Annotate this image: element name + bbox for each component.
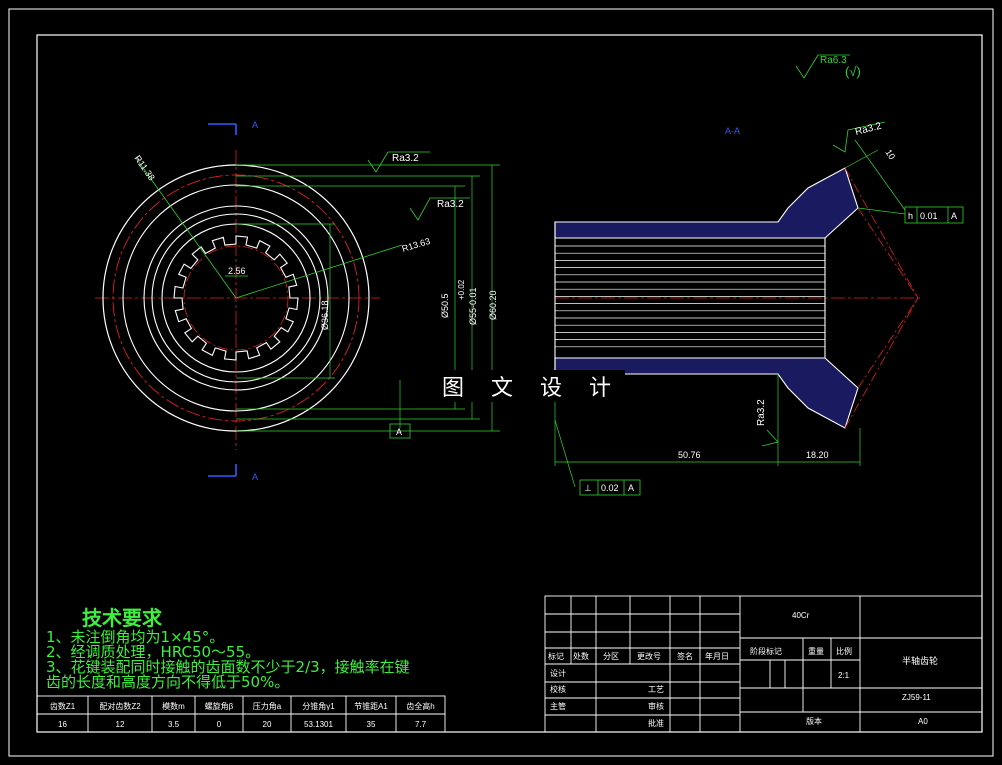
dim-key-width: 2.56	[228, 266, 246, 276]
tb-chief: 主管	[550, 701, 566, 711]
tb-design: 设计	[550, 668, 566, 678]
tb-rev-zone: 分区	[603, 652, 619, 661]
tb-rev-count: 处数	[573, 651, 589, 661]
runout-symbol: h	[908, 211, 913, 221]
tb-scale: 2:1	[838, 671, 850, 680]
param-value: 35	[367, 720, 376, 729]
tb-sheet: A0	[918, 717, 928, 726]
dim-radius-a: R13.63	[401, 236, 432, 254]
roughness-2: Ra3.2	[437, 199, 464, 210]
watermark: 图 文 设 计	[438, 370, 625, 402]
dim-radius-b: R11.38	[132, 153, 156, 182]
dim-spline: Ø36.18	[320, 300, 330, 330]
dim-mid: Ø55-0.01	[468, 287, 478, 325]
runout-value: 0.01	[920, 211, 938, 221]
tb-material: 40Cr	[792, 611, 810, 620]
tb-drawing-no: ZJ59-11	[902, 693, 931, 702]
tb-rev-date: 年月日	[705, 651, 729, 661]
roughness-global-note: (√)	[845, 64, 861, 79]
tb-rev-mark: 标记	[548, 651, 564, 661]
param-header: 配对齿数Z2	[99, 701, 141, 711]
tb-version-label: 版本	[806, 716, 822, 726]
tb-rev-sign: 签名	[677, 651, 693, 661]
section-view	[554, 139, 964, 496]
param-header: 分锥角γ1	[302, 701, 335, 711]
section-marker-bottom	[208, 464, 237, 477]
tb-rev-no: 更改号	[637, 651, 661, 661]
param-value: 0	[217, 720, 222, 729]
tb-review: 审核	[648, 701, 664, 711]
tb-check: 校核	[550, 684, 566, 694]
param-value: 20	[263, 720, 272, 729]
section-label-bottom: A	[252, 472, 258, 482]
roughness-global: Ra6.3	[820, 55, 847, 66]
dim-length-cone: 18.20	[806, 450, 829, 460]
param-header: 压力角a	[253, 701, 282, 711]
dim-mid-tol: +0.02	[457, 279, 466, 300]
section-marker-top	[208, 123, 237, 135]
section-title: A-A	[725, 126, 740, 136]
dim-chamfer: 10	[883, 148, 897, 162]
roughness-4: Ra3.2	[756, 399, 767, 426]
tb-scale-label: 比例	[836, 646, 852, 656]
datum-label: A	[396, 427, 402, 437]
tb-process: 工艺	[648, 685, 664, 694]
param-value: 53.1301	[304, 720, 333, 729]
param-value: 7.7	[415, 720, 427, 729]
dim-outer: Ø60.20	[488, 290, 498, 320]
param-value: 16	[58, 720, 67, 729]
tb-approve: 批准	[648, 718, 664, 728]
bore-lines	[555, 245, 825, 348]
runout-datum: A	[951, 211, 957, 221]
roughness-1: Ra3.2	[392, 153, 419, 164]
tb-stage-label: 阶段标记	[750, 646, 782, 656]
param-value: 12	[116, 720, 125, 729]
dim-length-main: 50.76	[678, 450, 701, 460]
roughness-3: Ra3.2	[854, 121, 883, 138]
param-header: 齿全高h	[406, 701, 434, 711]
perp-symbol: ⊥	[584, 483, 592, 493]
tech-line-4: 齿的长度和高度方向不得低于50%。	[46, 673, 290, 691]
param-value: 3.5	[168, 720, 180, 729]
perp-value: 0.02	[601, 483, 619, 493]
param-header: 节锥距A1	[354, 701, 388, 711]
param-header: 螺旋角β	[205, 701, 234, 711]
param-header: 模数m	[162, 701, 185, 711]
dim-bore: Ø50.5	[440, 293, 450, 318]
tb-part-name: 半轴齿轮	[902, 655, 938, 666]
perp-datum: A	[628, 483, 634, 493]
section-label-top: A	[252, 120, 258, 130]
tb-weight-label: 重量	[808, 646, 824, 656]
param-header: 齿数Z1	[50, 701, 76, 711]
